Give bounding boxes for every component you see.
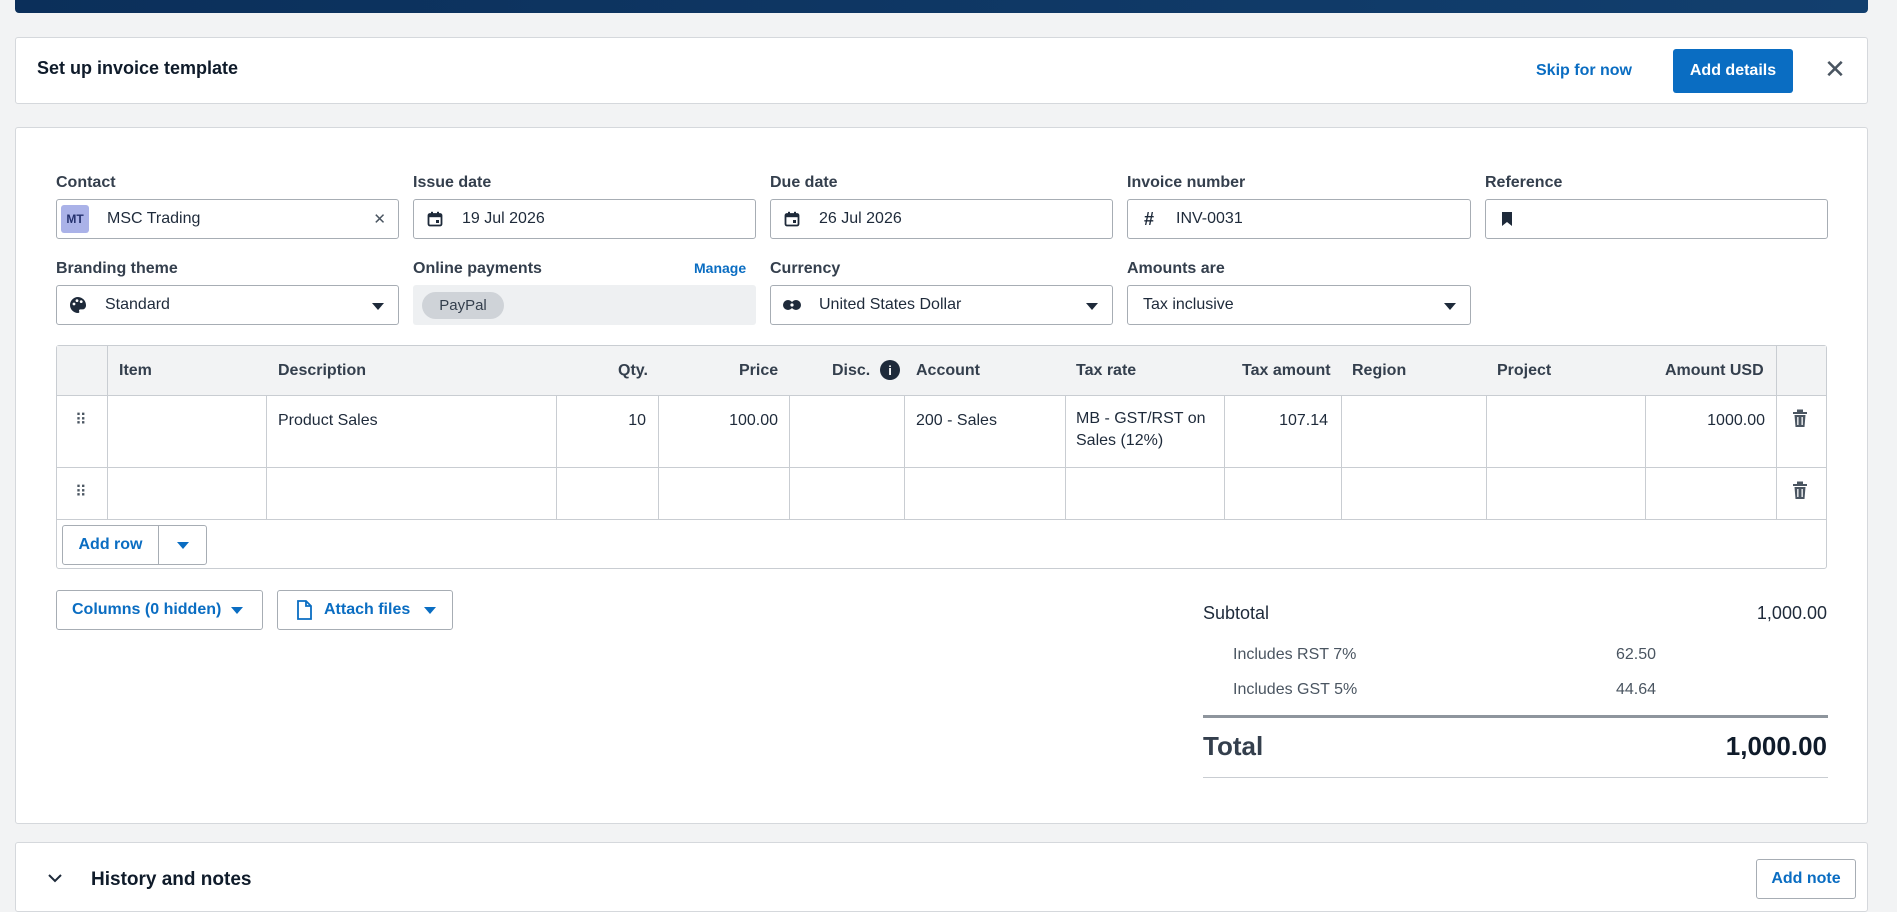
palette-icon [67,294,89,316]
calendar-icon [781,208,803,230]
setup-banner-title: Set up invoice template [37,58,239,78]
chevron-down-icon [372,303,384,310]
subtotal-label: Subtotal [1203,603,1270,623]
rst-label: Includes RST 7% [1233,646,1357,663]
col-description: Description [278,362,367,379]
total-divider [1203,715,1828,718]
total-bottom-divider [1203,777,1828,778]
bookmark-icon [1496,208,1518,230]
due-date-label: Due date [770,174,838,191]
columns-label: Columns (0 hidden) [72,601,222,618]
invoice-number-label: Invoice number [1127,174,1246,191]
total-value: 1,000.00 [1725,731,1827,761]
add-note-button[interactable]: Add note [1756,859,1856,899]
online-payments-label: Online payments [413,260,542,277]
skip-for-now-link[interactable]: Skip for now [1536,62,1632,80]
rst-value: 62.50 [1615,646,1656,663]
col-account: Account [916,362,980,379]
row1-account[interactable]: 200 - Sales [916,412,997,430]
contact-value: MSC Trading [107,210,201,227]
attach-files-button[interactable]: Attach files [277,590,453,630]
due-date-field[interactable]: 26 Jul 2026 [770,199,1113,239]
top-app-bar [15,0,1868,13]
reference-label: Reference [1485,174,1563,191]
calendar-icon [424,208,446,230]
amounts-are-select[interactable]: Tax inclusive [1127,285,1471,325]
col-disc: Disc. [832,362,871,379]
attach-files-label: Attach files [324,601,411,618]
amounts-are-label: Amounts are [1127,260,1225,277]
online-payments-box[interactable]: PayPal [413,285,756,325]
issue-date-value: 19 Jul 2026 [462,210,545,227]
col-tax-rate: Tax rate [1076,362,1137,379]
total-label: Total [1203,731,1264,761]
chevron-down-icon [1086,303,1098,310]
chevron-down-icon [1444,303,1456,310]
line-items-table: Item Description Qty. Price Disc. i Acco… [56,345,1827,569]
file-icon [296,600,312,620]
contact-label: Contact [56,174,116,191]
columns-button[interactable]: Columns (0 hidden) [56,590,263,630]
add-row-menu-button[interactable] [159,526,206,564]
manage-link[interactable]: Manage [694,260,746,276]
branding-theme-select[interactable]: Standard [56,285,399,325]
issue-date-field[interactable]: 19 Jul 2026 [413,199,756,239]
close-icon[interactable]: ✕ [1820,54,1850,84]
history-title: History and notes [91,869,252,890]
currency-select[interactable]: United States Dollar [770,285,1113,325]
due-date-value: 26 Jul 2026 [819,210,902,227]
hash-icon: # [1143,208,1154,229]
add-row-button[interactable]: Add row [63,526,159,564]
amounts-are-value: Tax inclusive [1143,296,1234,313]
history-notes-panel: History and notes Add note [15,842,1868,912]
col-price: Price [739,362,779,379]
reference-field[interactable] [1485,199,1828,239]
branding-theme-value: Standard [105,296,170,313]
gst-label: Includes GST 5% [1233,681,1358,698]
col-qty: Qty. [618,362,648,379]
chevron-down-icon[interactable] [47,870,63,888]
trash-icon[interactable] [1792,409,1812,431]
col-region: Region [1352,362,1407,379]
col-item: Item [119,362,152,379]
subtotal-value: 1,000.00 [1756,603,1827,623]
row1-description[interactable]: Product Sales [278,412,378,430]
row1-tax-rate-line2: Sales (12%) [1076,432,1164,449]
paypal-chip[interactable]: PayPal [422,292,504,319]
contact-avatar: MT [61,205,89,233]
drag-handle-icon[interactable]: ⠿ [75,410,87,430]
chevron-down-icon [176,541,189,549]
chevron-down-icon [231,606,244,614]
chevron-down-icon [424,606,437,614]
issue-date-label: Issue date [413,174,492,191]
contact-field[interactable]: MT MSC Trading ✕ [56,199,399,239]
trash-icon[interactable] [1792,481,1812,503]
currency-label: Currency [770,260,841,277]
clear-icon[interactable]: ✕ [373,210,386,228]
invoice-number-value: INV-0031 [1176,210,1243,227]
currency-icon [781,294,803,316]
invoice-number-field[interactable]: # INV-0031 [1127,199,1471,239]
invoice-form: Contact Issue date Due date Invoice numb… [15,127,1868,824]
add-row-button-group: Add row [62,525,207,565]
drag-handle-icon[interactable]: ⠿ [75,482,87,502]
col-tax-amount: Tax amount [1242,362,1331,379]
gst-value: 44.64 [1615,681,1656,698]
add-details-button[interactable]: Add details [1673,49,1793,93]
setup-template-banner: Set up invoice template Skip for now Add… [15,37,1868,104]
row1-tax-rate-line1: MB - GST/RST on [1076,410,1206,427]
row1-tax-rate[interactable]: MB - GST/RST on Sales (12%) [1076,408,1206,452]
row1-amount[interactable]: 1000.00 [1645,412,1765,430]
info-icon[interactable]: i [880,360,900,380]
col-amount-usd: Amount USD [1665,362,1764,379]
branding-theme-label: Branding theme [56,260,178,277]
row1-tax-amount[interactable]: 107.14 [1224,412,1328,430]
row1-price[interactable]: 100.00 [658,412,778,430]
col-project: Project [1497,362,1552,379]
currency-value: United States Dollar [819,296,962,313]
row1-qty[interactable]: 10 [556,412,646,430]
